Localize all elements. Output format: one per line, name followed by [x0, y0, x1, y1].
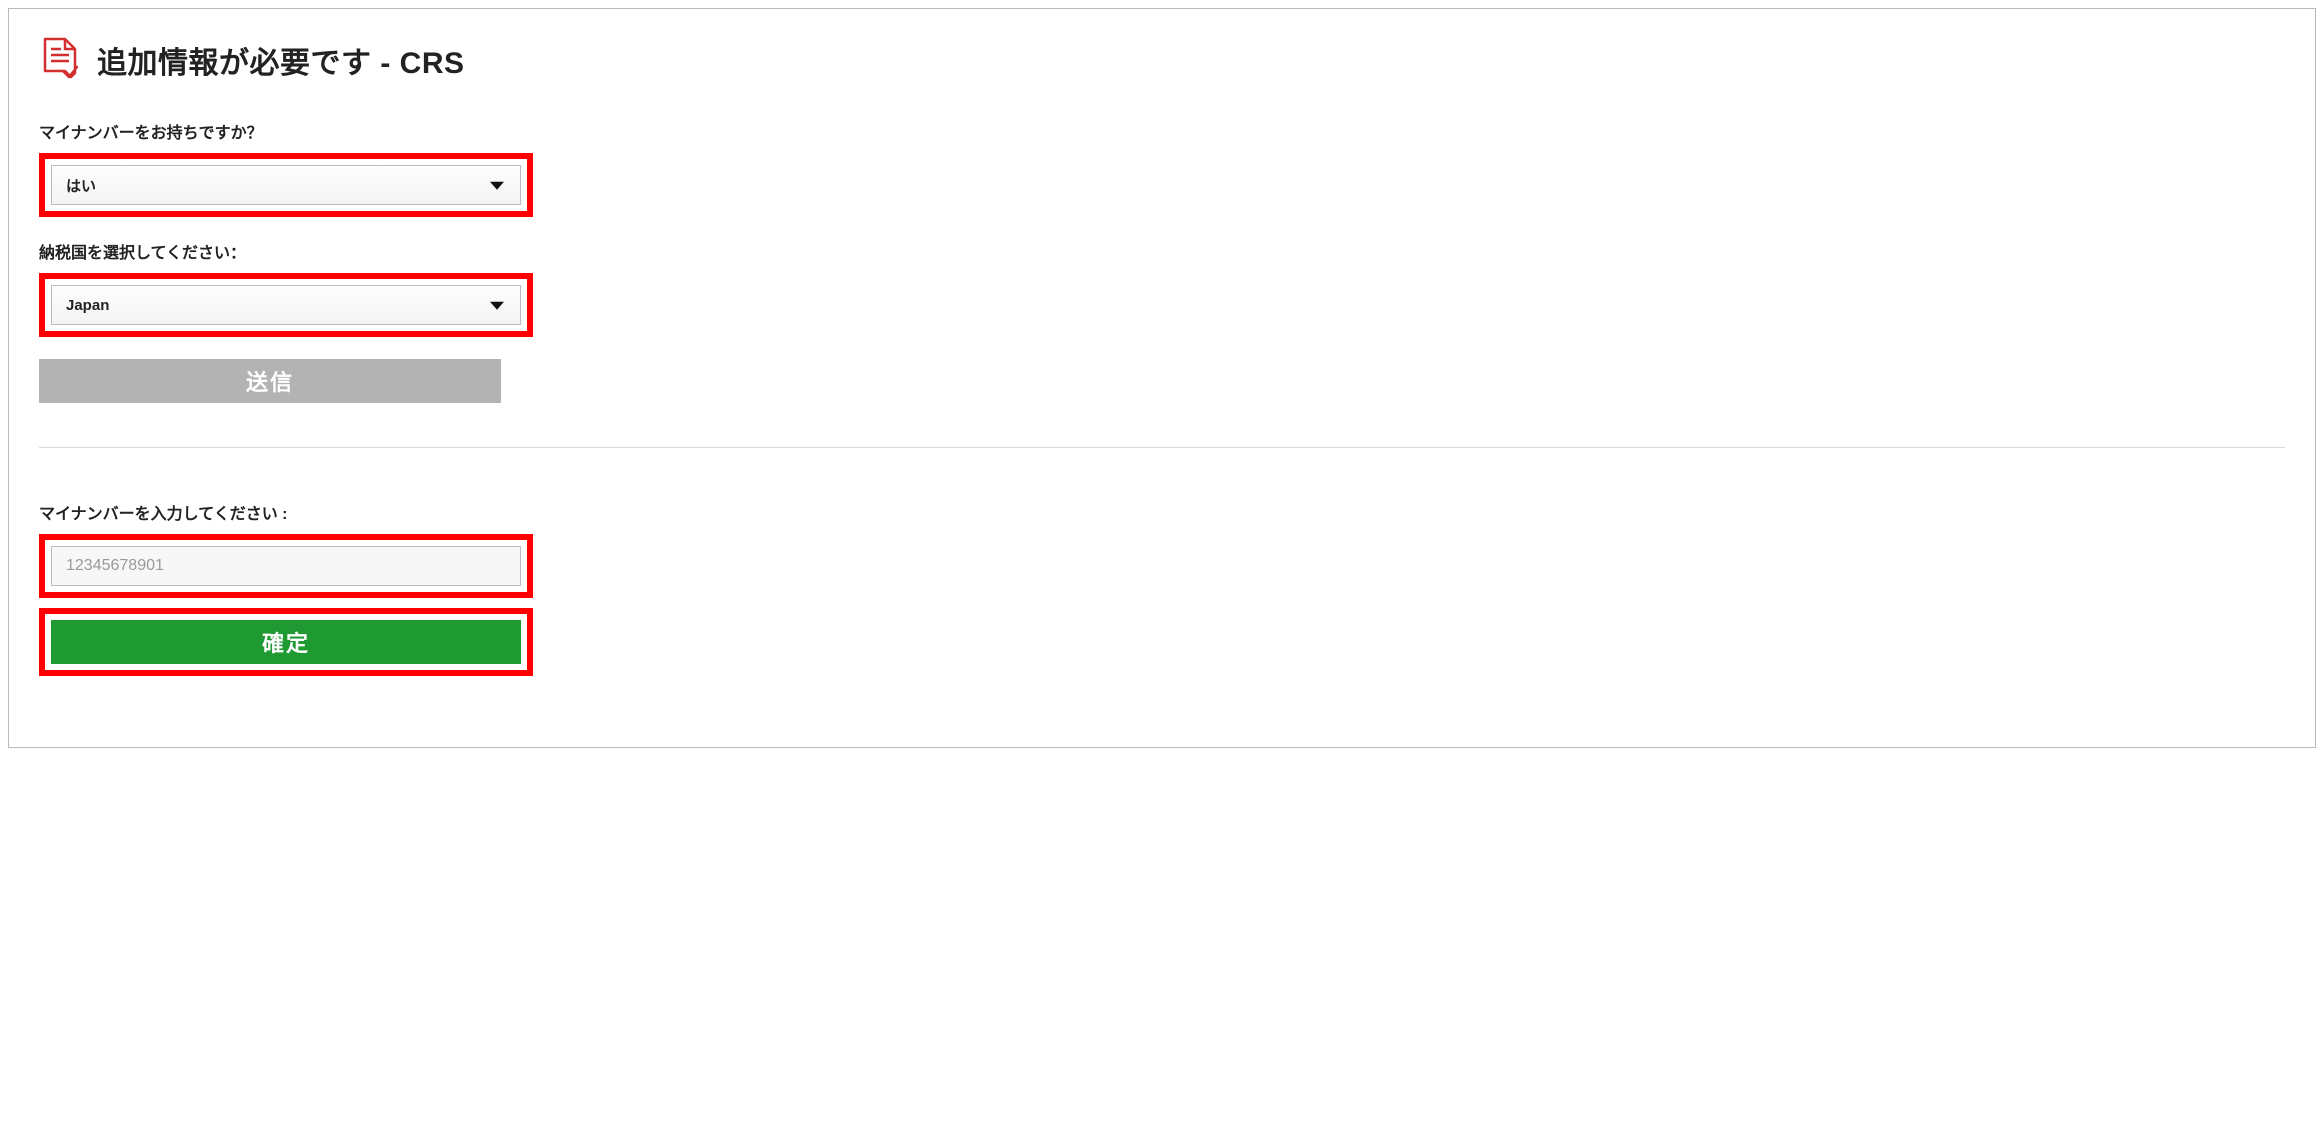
- confirm-button[interactable]: 確定: [51, 620, 521, 664]
- confirm-highlight: 確定: [39, 608, 533, 676]
- mynumber-has-value: はい: [66, 175, 96, 196]
- tax-country-value: Japan: [66, 297, 109, 314]
- tax-country-highlight: Japan: [39, 273, 533, 337]
- chevron-down-icon: [490, 302, 504, 310]
- panel-header: 追加情報が必要です - CRS: [39, 37, 2285, 83]
- mynumber-has-label: マイナンバーをお持ちですか？: [39, 119, 2285, 143]
- send-button[interactable]: 送信: [39, 359, 501, 403]
- chevron-down-icon: [490, 182, 504, 190]
- mynumber-has-select[interactable]: はい: [51, 165, 521, 205]
- mynumber-input[interactable]: [51, 546, 521, 586]
- tax-country-label: 納税国を選択してください：: [39, 239, 2285, 263]
- mynumber-has-highlight: はい: [39, 153, 533, 217]
- page-title: 追加情報が必要です - CRS: [97, 38, 465, 82]
- section-divider: [39, 447, 2285, 448]
- document-icon: [39, 37, 79, 83]
- mynumber-input-highlight: [39, 534, 533, 598]
- tax-country-select[interactable]: Japan: [51, 285, 521, 325]
- mynumber-input-label: マイナンバーを入力してください :: [39, 500, 2285, 524]
- form-panel: 追加情報が必要です - CRS マイナンバーをお持ちですか？ はい 納税国を選択…: [8, 8, 2316, 748]
